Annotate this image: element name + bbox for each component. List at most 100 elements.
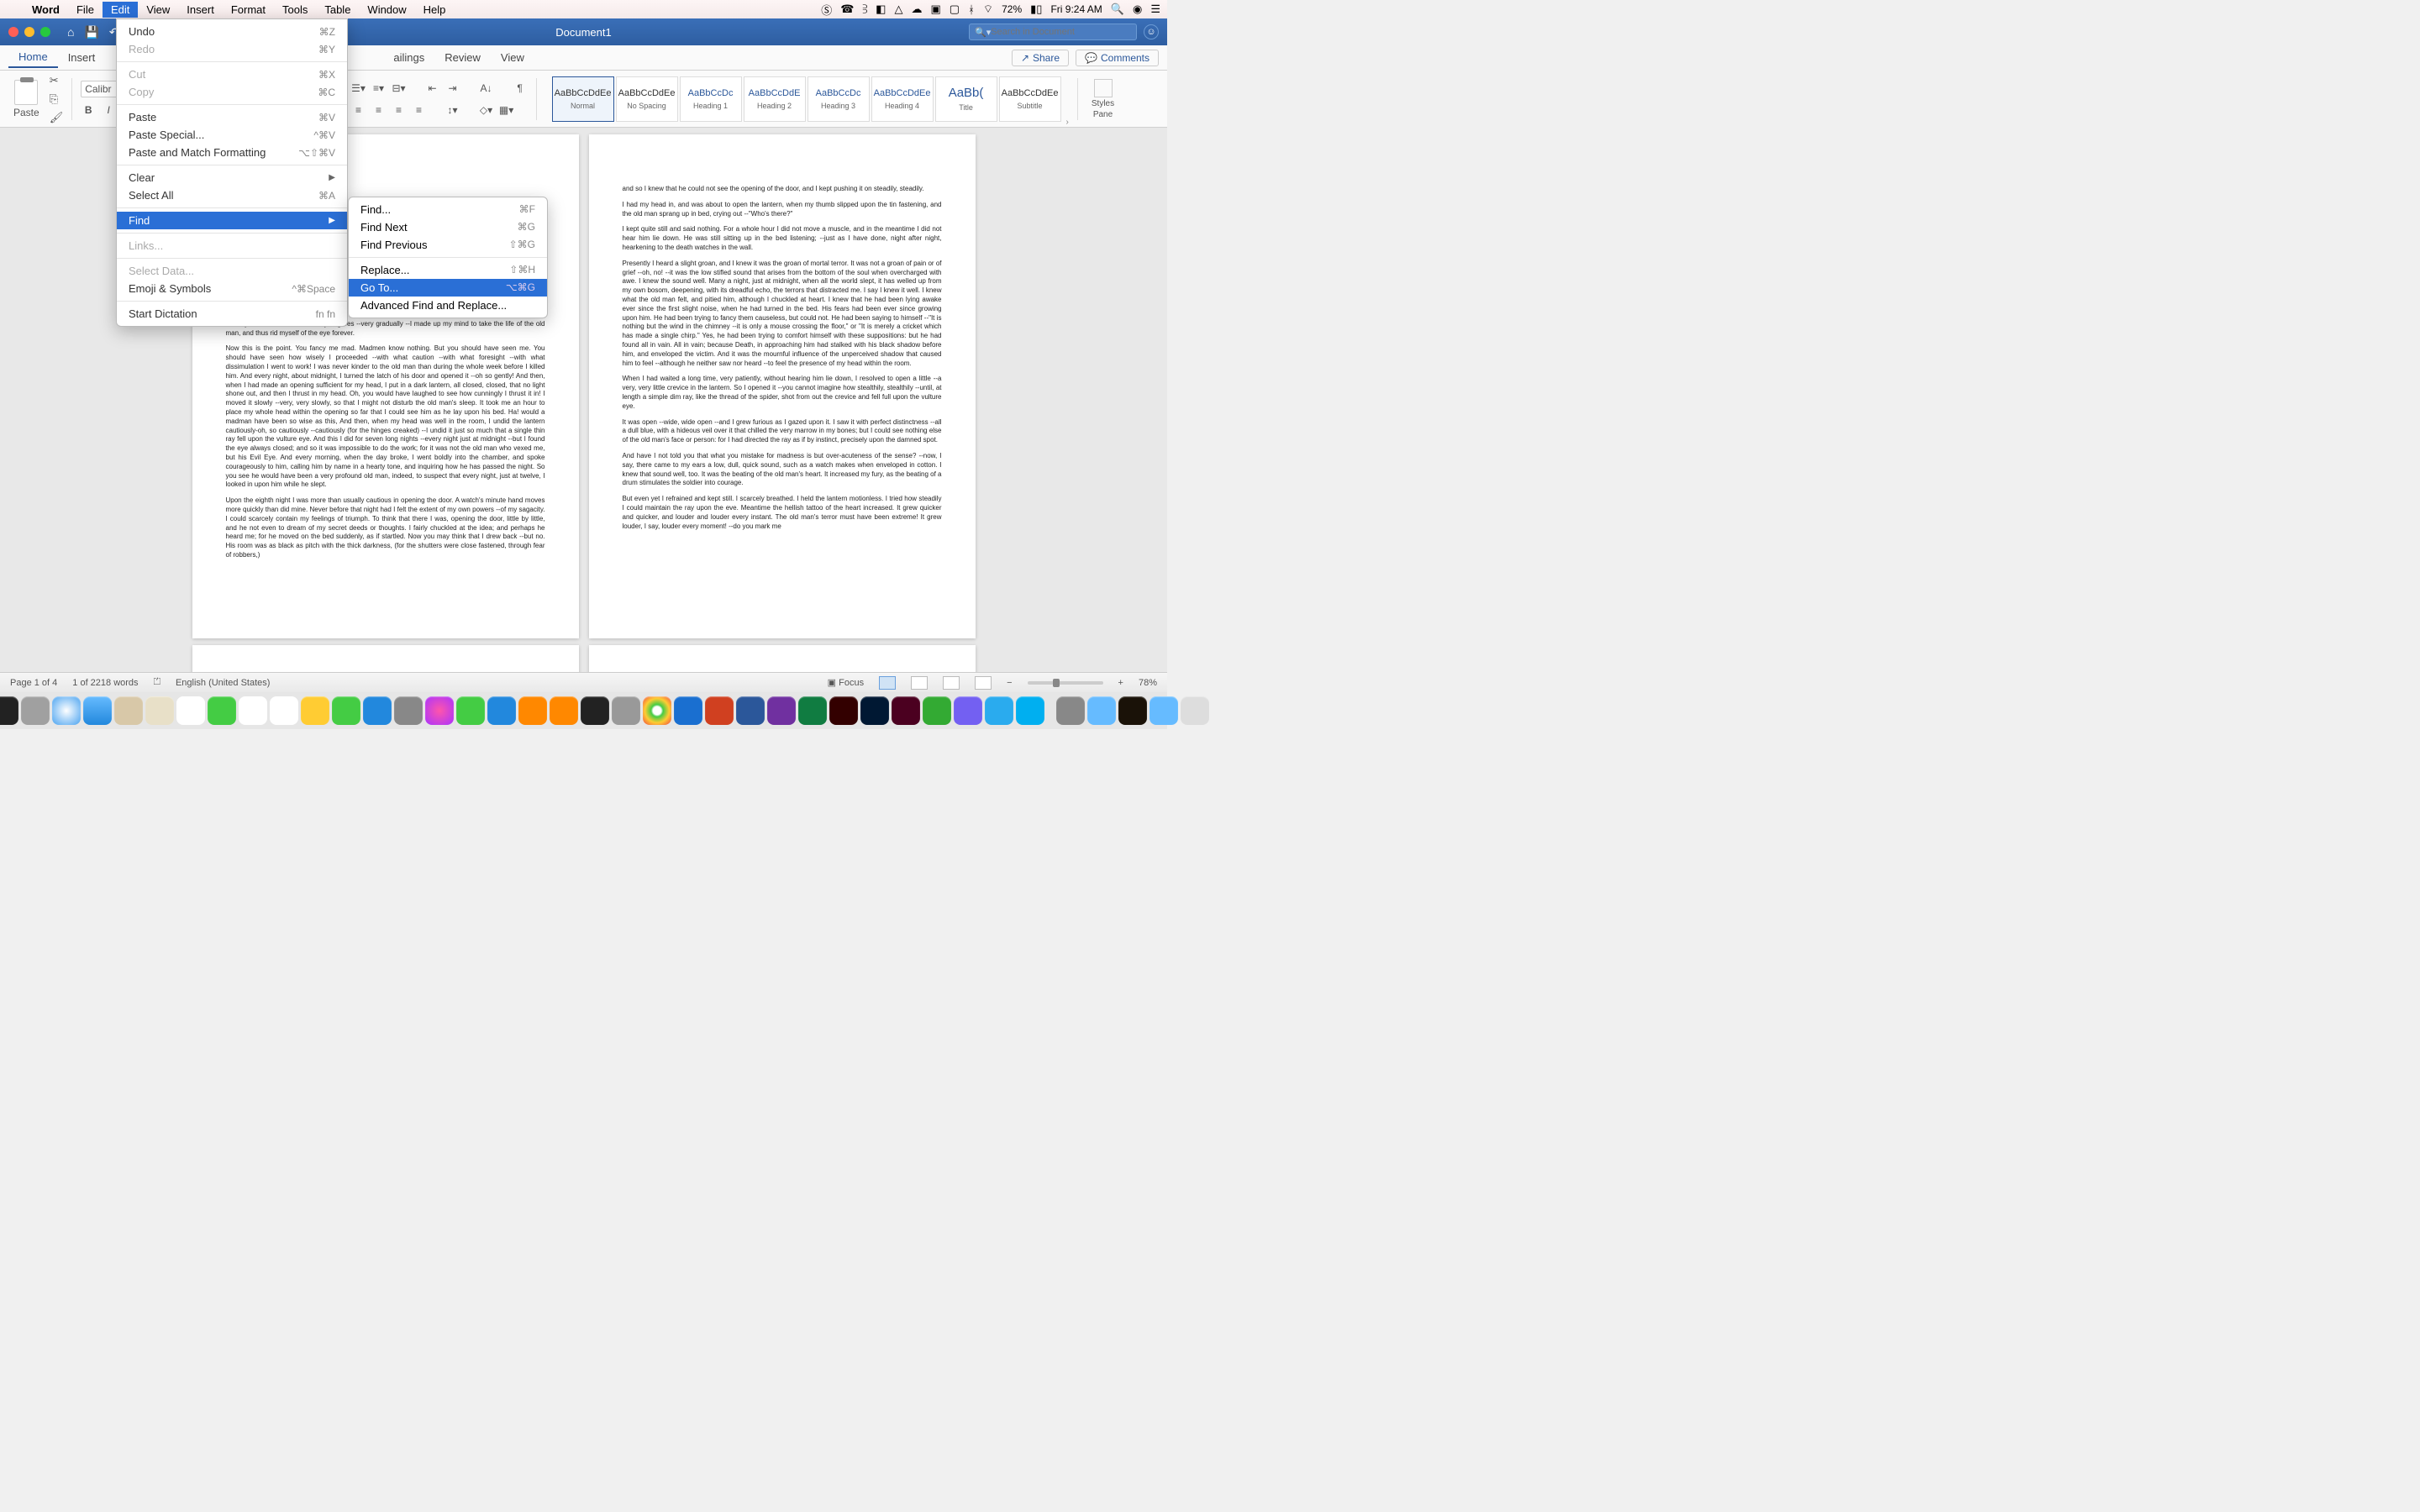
dock-itunes-icon[interactable]	[425, 696, 454, 725]
zoom-slider[interactable]	[1028, 681, 1103, 685]
dock-launchpad-icon[interactable]	[21, 696, 50, 725]
style-heading-2[interactable]: AaBbCcDdEHeading 2	[744, 76, 806, 122]
find-submenu-find-previous[interactable]: Find Previous⇧⌘G	[349, 236, 547, 254]
dock-trash-icon[interactable]	[1181, 696, 1209, 725]
dock-facetime-icon[interactable]	[332, 696, 360, 725]
dock-reminders-icon[interactable]	[270, 696, 298, 725]
dock-skype-icon[interactable]	[1016, 696, 1044, 725]
dock-pages-icon[interactable]	[518, 696, 547, 725]
page-indicator[interactable]: Page 1 of 4	[10, 678, 57, 688]
dock-calendar-icon[interactable]	[239, 696, 267, 725]
style-no-spacing[interactable]: AaBbCcDdEeNo Spacing	[616, 76, 678, 122]
edit-menu-emoji---symbols[interactable]: Emoji & Symbols^⌘Space	[117, 280, 347, 297]
show-marks-icon[interactable]: ¶	[513, 81, 528, 96]
align-center-icon[interactable]: ≡	[371, 102, 387, 118]
dropbox-icon[interactable]: ⫖	[862, 3, 867, 16]
edit-menu-undo[interactable]: Undo⌘Z	[117, 23, 347, 40]
menu-insert[interactable]: Insert	[178, 2, 223, 18]
dock-siri-icon[interactable]	[0, 696, 18, 725]
dock-photos-icon[interactable]	[176, 696, 205, 725]
dock-notes-icon[interactable]	[301, 696, 329, 725]
dock-settings-icon[interactable]	[612, 696, 640, 725]
menu-window[interactable]: Window	[359, 2, 414, 18]
style-normal[interactable]: AaBbCcDdEeNormal	[552, 76, 614, 122]
home-icon[interactable]: ⌂	[67, 25, 74, 39]
borders-icon[interactable]: ▦▾	[499, 102, 514, 118]
indent-increase-icon[interactable]: ⇥	[445, 81, 460, 96]
zoom-level[interactable]: 78%	[1139, 678, 1157, 688]
bluetooth-icon[interactable]: ᚼ	[968, 3, 975, 16]
status-icon[interactable]: ◧	[876, 3, 886, 16]
outline-view-icon[interactable]	[943, 676, 960, 690]
language-indicator[interactable]: English (United States)	[176, 678, 271, 688]
feedback-icon[interactable]: ☺	[1144, 24, 1159, 39]
dock-excel-icon[interactable]	[798, 696, 827, 725]
airplay-icon[interactable]: ▢	[950, 3, 960, 16]
line-spacing-icon[interactable]: ↕▾	[445, 102, 460, 118]
align-right-icon[interactable]: ≡	[392, 102, 407, 118]
find-submenu-go-to---[interactable]: Go To...⌥⌘G	[349, 279, 547, 297]
search-input[interactable]	[991, 27, 1125, 37]
dock-photoshop-icon[interactable]	[860, 696, 889, 725]
zoom-out-icon[interactable]: −	[1007, 678, 1012, 688]
find-submenu-find-next[interactable]: Find Next⌘G	[349, 218, 547, 236]
tab-home[interactable]: Home	[8, 47, 58, 68]
copy-icon[interactable]: ⎘	[50, 92, 64, 106]
menu-format[interactable]: Format	[223, 2, 274, 18]
dock-be-icon[interactable]	[674, 696, 702, 725]
dock-powerpoint-icon[interactable]	[705, 696, 734, 725]
style-heading-1[interactable]: AaBbCcDcHeading 1	[680, 76, 742, 122]
notification-center-icon[interactable]: ☰	[1150, 3, 1160, 16]
dock-terminal-icon[interactable]	[581, 696, 609, 725]
edit-menu-paste-special---[interactable]: Paste Special...^⌘V	[117, 126, 347, 144]
font-name-select[interactable]: Calibr	[81, 81, 118, 97]
zoom-in-icon[interactable]: +	[1118, 678, 1123, 688]
format-painter-icon[interactable]: 🖌	[50, 111, 64, 124]
word-count[interactable]: 1 of 2218 words	[72, 678, 138, 688]
dock-safari-icon[interactable]	[52, 696, 81, 725]
edit-menu-find[interactable]: Find▶	[117, 212, 347, 229]
dock-telegram-icon[interactable]	[985, 696, 1013, 725]
focus-mode-button[interactable]: ▣ Focus	[828, 677, 864, 688]
zoom-window-button[interactable]	[40, 27, 50, 37]
sort-icon[interactable]: A↓	[479, 81, 494, 96]
dock-preview-icon[interactable]	[394, 696, 423, 725]
edit-menu-select-all[interactable]: Select All⌘A	[117, 186, 347, 204]
dock-numbers-icon[interactable]	[456, 696, 485, 725]
battery-icon[interactable]: ▮▯	[1030, 3, 1042, 16]
styles-pane-button[interactable]: StylesPane	[1092, 79, 1114, 119]
find-submenu-replace---[interactable]: Replace...⇧⌘H	[349, 261, 547, 279]
dock-chrome-icon[interactable]	[643, 696, 671, 725]
dock-bridge-icon[interactable]	[1118, 696, 1147, 725]
menu-tools[interactable]: Tools	[274, 2, 316, 18]
dock-contacts-icon[interactable]	[114, 696, 143, 725]
multilevel-icon[interactable]: ⊟▾	[392, 81, 407, 96]
datetime[interactable]: Fri 9:24 AM	[1050, 3, 1102, 15]
spotlight-icon[interactable]: 🔍	[1111, 3, 1124, 16]
dock-downloads-icon[interactable]	[1056, 696, 1085, 725]
web-layout-view-icon[interactable]	[911, 676, 928, 690]
dock-messages-icon[interactable]	[208, 696, 236, 725]
gdrive-icon[interactable]: △	[894, 3, 902, 16]
search-box[interactable]: 🔍▾	[969, 24, 1137, 40]
spell-check-icon[interactable]: ⏍	[154, 677, 160, 688]
styles-more-icon[interactable]: ›	[1066, 118, 1069, 127]
menu-edit[interactable]: Edit	[103, 2, 138, 18]
menu-file[interactable]: File	[68, 2, 103, 18]
align-left-icon[interactable]: ≡	[351, 102, 366, 118]
indent-decrease-icon[interactable]: ⇤	[425, 81, 440, 96]
dock-maps-icon[interactable]	[145, 696, 174, 725]
edit-menu-start-dictation[interactable]: Start Dictationfn fn	[117, 305, 347, 323]
dock-word-icon[interactable]	[736, 696, 765, 725]
dock-viber-icon[interactable]	[954, 696, 982, 725]
close-window-button[interactable]	[8, 27, 18, 37]
shading-icon[interactable]: ◇▾	[479, 102, 494, 118]
dock-indesign-icon[interactable]	[892, 696, 920, 725]
tab-review[interactable]: Review	[434, 48, 491, 67]
bullets-icon[interactable]: ☰▾	[351, 81, 366, 96]
print-layout-view-icon[interactable]	[879, 676, 896, 690]
siri-icon[interactable]: ◉	[1133, 3, 1142, 16]
menu-table[interactable]: Table	[316, 2, 359, 18]
wifi-icon[interactable]: ⌔	[983, 3, 993, 16]
style-subtitle[interactable]: AaBbCcDdEeSubtitle	[999, 76, 1061, 122]
